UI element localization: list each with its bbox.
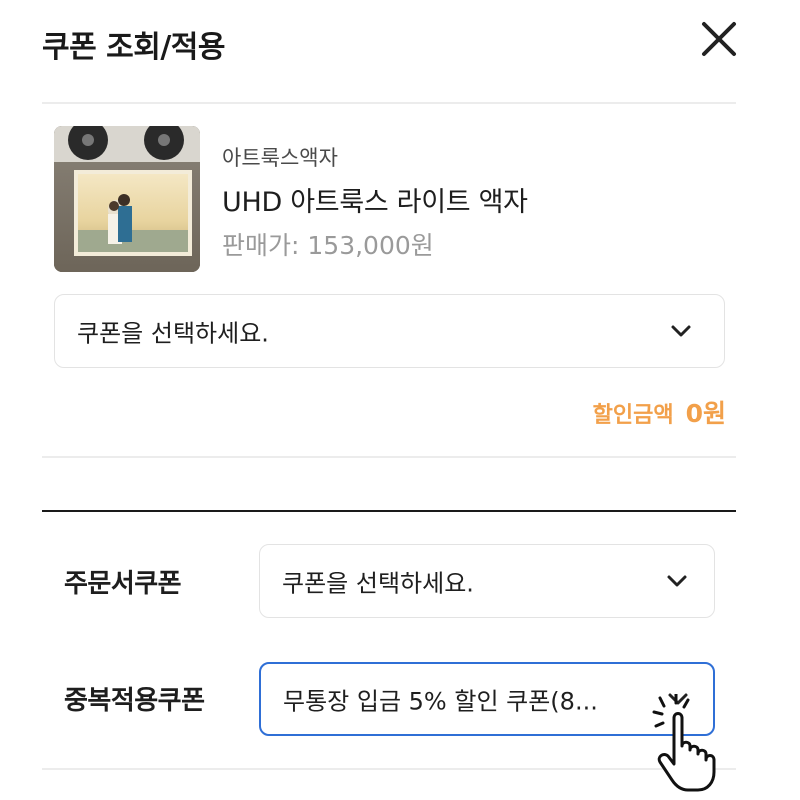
product-brand: 아트룩스액자 <box>222 146 338 170</box>
order-coupon-label: 주문서쿠폰 <box>64 569 182 599</box>
section-divider-dark <box>42 510 736 512</box>
close-icon <box>702 22 736 56</box>
discount-value: 0원 <box>685 399 726 428</box>
section-divider <box>42 456 736 458</box>
duplicate-coupon-selected: 무통장 입금 5% 할인 쿠폰(8... <box>283 687 598 716</box>
modal-title: 쿠폰 조회/적용 <box>42 30 226 65</box>
duplicate-coupon-select[interactable]: 무통장 입금 5% 할인 쿠폰(8... <box>259 662 715 736</box>
chevron-down-icon <box>667 575 687 587</box>
order-coupon-selected: 쿠폰을 선택하세요. <box>282 569 474 598</box>
close-button[interactable] <box>696 14 744 62</box>
discount-label: 할인금액 <box>592 403 674 428</box>
product-thumbnail <box>54 126 200 272</box>
chevron-down-icon <box>671 325 691 337</box>
price-label: 판매가: <box>222 231 300 260</box>
item-coupon-select[interactable]: 쿠폰을 선택하세요. <box>54 294 725 368</box>
hand-pointer-icon <box>648 692 748 794</box>
discount-amount: 할인금액 0원 <box>593 394 726 430</box>
product-price: 판매가: 153,000원 <box>222 226 434 262</box>
product-image <box>54 126 200 272</box>
price-value: 153,000원 <box>307 231 434 260</box>
item-coupon-selected: 쿠폰을 선택하세요. <box>77 319 269 348</box>
order-coupon-select[interactable]: 쿠폰을 선택하세요. <box>259 544 715 618</box>
duplicate-coupon-label: 중복적용쿠폰 <box>64 686 205 716</box>
header-divider <box>42 102 736 104</box>
bottom-divider <box>42 768 736 770</box>
product-name: UHD 아트룩스 라이트 액자 <box>222 187 528 218</box>
